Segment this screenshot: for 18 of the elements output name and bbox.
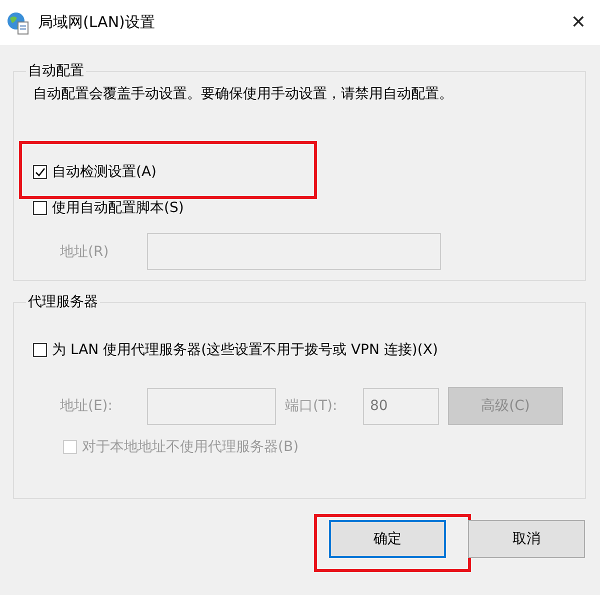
checkbox[interactable]: [33, 343, 47, 357]
checkbox[interactable]: [33, 165, 47, 179]
checkbox-label: 对于本地地址不使用代理服务器(B): [82, 438, 299, 456]
field-label: 端口(T):: [284, 397, 338, 415]
cancel-button[interactable]: 取消: [468, 520, 585, 558]
description-text: 自动配置会覆盖手动设置。要确保使用手动设置，请禁用自动配置。: [33, 85, 454, 103]
ok-button[interactable]: 确定: [329, 520, 446, 558]
checkbox-label: 使用自动配置脚本(S): [52, 199, 184, 217]
field-label: 地址(E):: [60, 397, 114, 415]
checkbox-label: 自动检测设置(A): [52, 163, 157, 181]
field-label: 地址(R): [60, 242, 110, 260]
group-label: 代理服务器: [26, 293, 100, 311]
close-button[interactable]: ✕: [564, 8, 592, 37]
checkbox-label: 为 LAN 使用代理服务器(这些设置不用于拨号或 VPN 连接)(X): [52, 341, 438, 359]
globe-document-icon: [6, 10, 30, 34]
checkbox[interactable]: [33, 201, 47, 215]
group-label: 自动配置: [26, 62, 86, 80]
window-title: 局域网(LAN)设置: [38, 13, 156, 32]
